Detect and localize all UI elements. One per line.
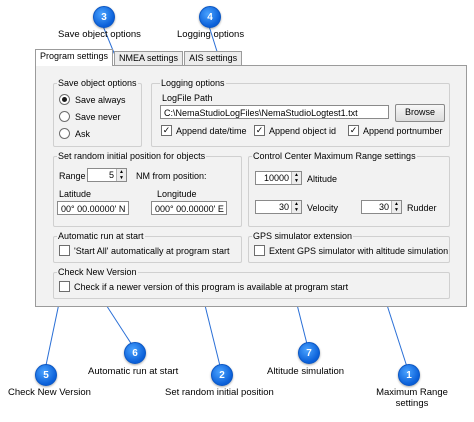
radio-unselected-icon bbox=[59, 128, 70, 139]
append-port-checkbox[interactable]: ✓ Append portnumber bbox=[348, 125, 443, 136]
checkbox-checked-icon: ✓ bbox=[254, 125, 265, 136]
range-value: 5 bbox=[108, 170, 114, 180]
save-object-title: Save object options bbox=[57, 78, 138, 88]
spin-arrows-icon[interactable]: ▲ ▼ bbox=[291, 201, 301, 213]
range-label: Range bbox=[59, 171, 86, 181]
callout-label-save-object: Save object options bbox=[58, 29, 141, 40]
browse-button[interactable]: Browse bbox=[395, 104, 445, 122]
radio-save-always-label: Save always bbox=[75, 94, 126, 105]
tab-ais-settings[interactable]: AIS settings bbox=[184, 51, 243, 66]
checkbox-unchecked-icon bbox=[254, 245, 265, 256]
checkbox-unchecked-icon bbox=[59, 281, 70, 292]
save-object-group: Save object options Save always Save nev… bbox=[53, 78, 142, 147]
altitude-stepper[interactable]: 10000 ▲ ▼ bbox=[255, 171, 302, 185]
program-settings-panel: Save object options Save always Save nev… bbox=[35, 65, 467, 307]
rudder-stepper[interactable]: 30 ▲ ▼ bbox=[361, 200, 402, 214]
auto-run-title: Automatic run at start bbox=[57, 231, 145, 241]
rudder-value: 30 bbox=[378, 202, 389, 212]
append-object-label: Append object id bbox=[269, 125, 337, 136]
callout-bubble-2: 2 bbox=[211, 364, 233, 386]
logfile-path-input[interactable]: C:\NemaStudioLogFiles\NemaStudioLogtest1… bbox=[160, 105, 389, 119]
max-range-title: Control Center Maximum Range settings bbox=[252, 151, 417, 161]
new-version-label: Check if a newer version of this program… bbox=[74, 281, 349, 292]
range-stepper[interactable]: 5 ▲ ▼ bbox=[87, 168, 127, 182]
callout-bubble-1: 1 bbox=[398, 364, 420, 386]
tab-strip: Program settings NMEA settings AIS setti… bbox=[35, 49, 243, 66]
spin-arrows-icon[interactable]: ▲ ▼ bbox=[116, 169, 126, 181]
longitude-label: Longitude bbox=[157, 189, 197, 199]
new-version-title: Check New Version bbox=[57, 267, 138, 277]
new-version-checkbox[interactable]: Check if a newer version of this program… bbox=[59, 281, 348, 292]
radio-selected-icon bbox=[59, 94, 70, 105]
tab-nmea-settings[interactable]: NMEA settings bbox=[114, 51, 184, 66]
logging-title: Logging options bbox=[160, 78, 226, 88]
radio-save-never[interactable]: Save never bbox=[59, 111, 121, 122]
gps-altitude-label: Extent GPS simulator with altitude simul… bbox=[269, 245, 449, 256]
gps-extension-title: GPS simulator extension bbox=[252, 231, 354, 241]
append-date-checkbox[interactable]: ✓ Append date/time bbox=[161, 125, 247, 136]
max-range-group: Control Center Maximum Range settings 10… bbox=[248, 151, 450, 227]
callout-bubble-6: 6 bbox=[124, 342, 146, 364]
checkbox-unchecked-icon bbox=[59, 245, 70, 256]
altitude-value: 10000 bbox=[263, 173, 289, 183]
callout-bubble-4: 4 bbox=[199, 6, 221, 28]
altitude-label: Altitude bbox=[307, 174, 338, 184]
checkbox-checked-icon: ✓ bbox=[348, 125, 359, 136]
radio-ask-label: Ask bbox=[75, 128, 91, 139]
radio-unselected-icon bbox=[59, 111, 70, 122]
start-all-checkbox[interactable]: 'Start All' automatically at program sta… bbox=[59, 245, 230, 256]
gps-extension-group: GPS simulator extension Extent GPS simul… bbox=[248, 231, 450, 263]
radio-save-never-label: Save never bbox=[75, 111, 121, 122]
random-position-group: Set random initial position for objects … bbox=[53, 151, 242, 227]
callout-bubble-5: 5 bbox=[35, 364, 57, 386]
append-object-checkbox[interactable]: ✓ Append object id bbox=[254, 125, 336, 136]
start-all-label: 'Start All' automatically at program sta… bbox=[74, 245, 230, 256]
checkbox-checked-icon: ✓ bbox=[161, 125, 172, 136]
gps-altitude-checkbox[interactable]: Extent GPS simulator with altitude simul… bbox=[254, 245, 448, 256]
latitude-input[interactable]: 00° 00.00000' N bbox=[57, 201, 129, 215]
logfile-path-label: LogFile Path bbox=[162, 93, 213, 103]
rudder-label: Rudder bbox=[407, 203, 437, 213]
nm-from-position-label: NM from position: bbox=[136, 171, 207, 181]
auto-run-group: Automatic run at start 'Start All' autom… bbox=[53, 231, 242, 263]
velocity-label: Velocity bbox=[307, 203, 339, 213]
callout-label-auto-run: Automatic run at start bbox=[88, 366, 179, 377]
logging-group: Logging options LogFile Path C:\NemaStud… bbox=[151, 78, 450, 147]
callout-label-check-version: Check New Version bbox=[8, 387, 91, 398]
tab-program-settings[interactable]: Program settings bbox=[35, 49, 114, 66]
callout-bubble-7: 7 bbox=[298, 342, 320, 364]
velocity-stepper[interactable]: 30 ▲ ▼ bbox=[255, 200, 302, 214]
callout-label-logging: Logging options bbox=[177, 29, 245, 40]
spin-arrows-icon[interactable]: ▲ ▼ bbox=[291, 172, 301, 184]
spin-arrows-icon[interactable]: ▲ ▼ bbox=[391, 201, 401, 213]
callout-label-max-range: Maximum Range settings bbox=[376, 387, 448, 409]
new-version-group: Check New Version Check if a newer versi… bbox=[53, 267, 450, 299]
random-position-title: Set random initial position for objects bbox=[57, 151, 207, 161]
callout-label-random-position: Set random initial position bbox=[165, 387, 274, 398]
latitude-label: Latitude bbox=[59, 189, 92, 199]
radio-ask[interactable]: Ask bbox=[59, 128, 90, 139]
append-port-label: Append portnumber bbox=[363, 125, 443, 136]
callout-label-altitude: Altitude simulation bbox=[267, 366, 345, 377]
longitude-input[interactable]: 000° 00.00000' E bbox=[151, 201, 227, 215]
velocity-value: 30 bbox=[278, 202, 289, 212]
callout-bubble-3: 3 bbox=[93, 6, 115, 28]
append-date-label: Append date/time bbox=[176, 125, 247, 136]
radio-save-always[interactable]: Save always bbox=[59, 94, 126, 105]
